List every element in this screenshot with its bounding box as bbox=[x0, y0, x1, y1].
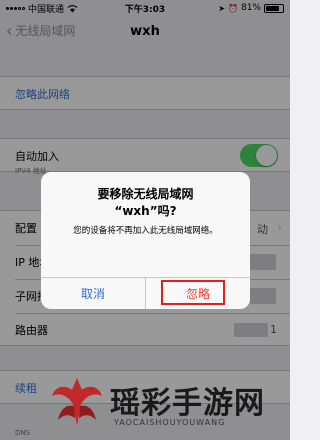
watermark-subtitle: YAOCAISHOUYOUWANG bbox=[114, 418, 226, 427]
alert-message: 您的设备将不再加入此无线局域网络。 bbox=[73, 226, 218, 236]
alert-title: 要移除无线局域网 “wxh”吗? bbox=[41, 186, 250, 220]
watermark-name: 瑶彩手游网 bbox=[110, 386, 265, 421]
watermark: 瑶彩手游网 YAOCAISHOUYOUWANG bbox=[50, 370, 290, 440]
ignore-highlight-box bbox=[161, 280, 225, 305]
alert-title-line1: 要移除无线局域网 bbox=[97, 187, 194, 201]
cancel-button[interactable]: 取消 bbox=[41, 277, 145, 309]
remove-network-alert: 要移除无线局域网 “wxh”吗? 您的设备将不再加入此无线局域网络。 取消 忽略 bbox=[41, 172, 250, 309]
alert-title-line2: “wxh”吗? bbox=[114, 204, 177, 218]
watermark-logo-icon bbox=[52, 378, 102, 426]
